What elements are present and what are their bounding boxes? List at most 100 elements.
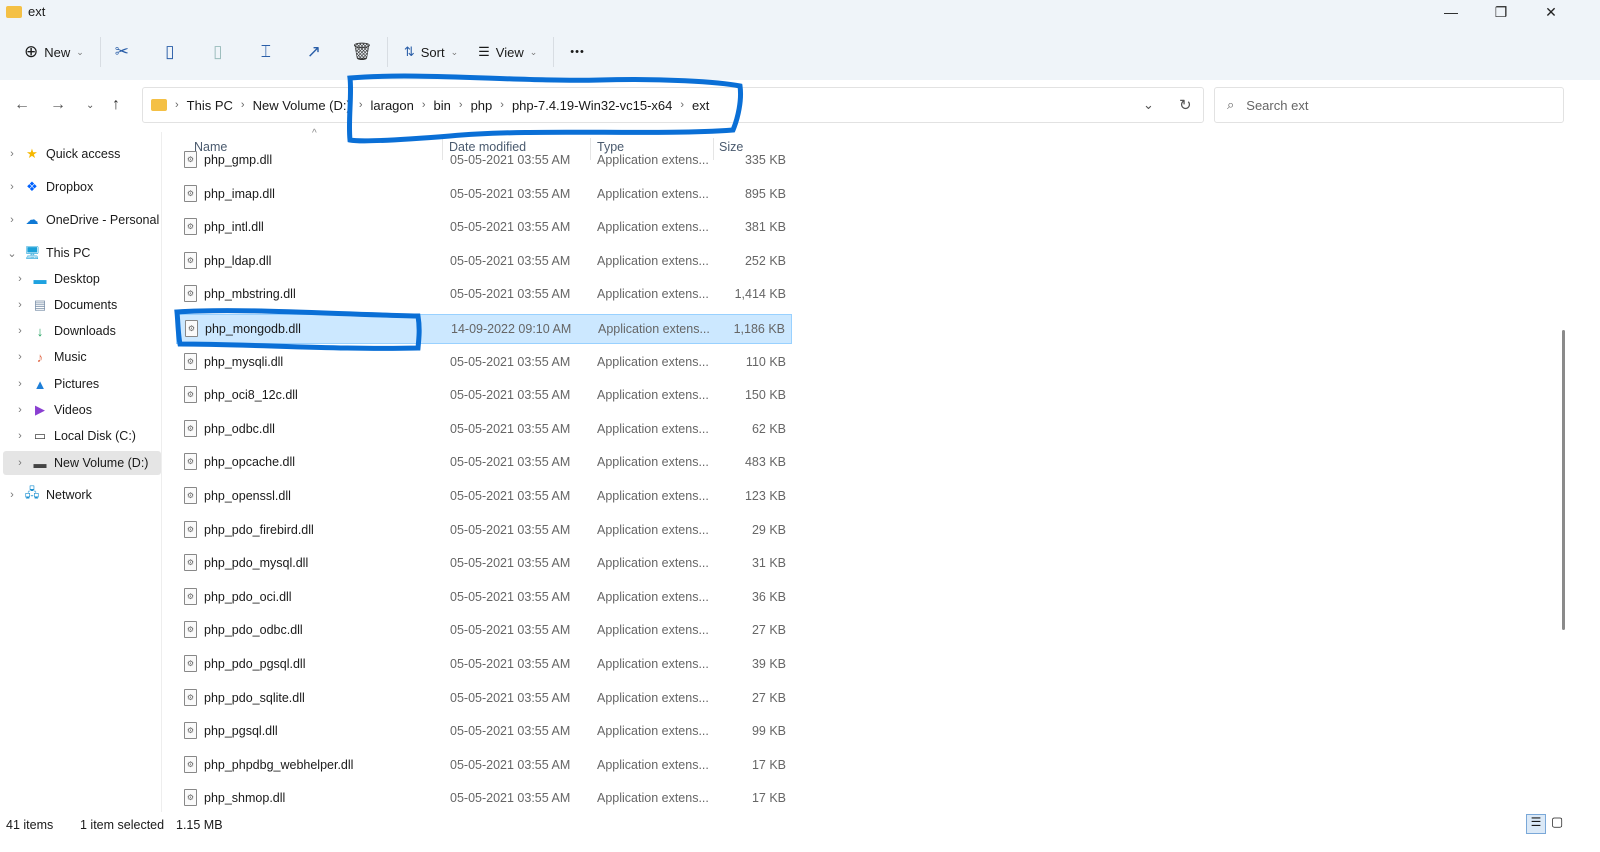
chevron-down-icon[interactable]: ⌄: [1143, 97, 1154, 113]
sidebar-item-desktop[interactable]: › ▬ Desktop: [14, 267, 172, 291]
file-size: 150 KB: [744, 388, 786, 403]
chevron-down-icon: ⌄: [76, 46, 84, 57]
dll-file-icon: ⚙: [184, 151, 197, 168]
chevron-down-icon: ⌄: [529, 46, 538, 57]
file-name: php_gmp.dll: [204, 153, 273, 167]
file-row[interactable]: ⚙ php_openssl.dll 05-05-2021 03:55 AM Appli…: [176, 482, 792, 512]
file-row[interactable]: ⚙ php_imap.dll 05-05-2021 03:55 AM Applicat…: [176, 180, 792, 210]
sidebar-item-pictures[interactable]: › ▲ Pictures: [14, 372, 172, 396]
divider: [553, 37, 555, 67]
paste-icon[interactable]: ▯: [203, 42, 233, 62]
sidebar-item-dropbox[interactable]: › ❖ Dropbox: [6, 175, 164, 199]
breadcrumb-ext[interactable]: ext: [692, 98, 709, 113]
minimize-button[interactable]: —: [1436, 4, 1466, 26]
view-button[interactable]: ☰ View ⌄: [468, 38, 547, 66]
forward-button[interactable]: →: [50, 96, 66, 114]
maximize-button[interactable]: ❐: [1486, 4, 1516, 26]
file-date: 05-05-2021 03:55 AM: [450, 220, 571, 235]
sidebar-item-downloads[interactable]: › ↓ Downloads: [14, 319, 172, 343]
file-row[interactable]: ⚙ php_phpdbg_webhelper.dll 05-05-2021 03:5…: [176, 751, 792, 781]
breadcrumb-php[interactable]: php: [471, 98, 493, 113]
file-row[interactable]: ⚙ php_gmp.dll 05-05-2021 03:55 AM Applicati…: [176, 146, 792, 176]
file-row[interactable]: ⚙ php_odbc.dll 05-05-2021 03:55 AM Applicat…: [176, 415, 792, 445]
sidebar-label: Videos: [54, 403, 92, 417]
up-button[interactable]: ↑: [112, 96, 120, 114]
file-row[interactable]: ⚙ php_intl.dll 05-05-2021 03:55 AM Applicat…: [176, 213, 792, 243]
cut-icon[interactable]: ✂: [107, 42, 137, 62]
breadcrumb-bin[interactable]: bin: [434, 98, 451, 113]
sidebar-item-onedrive[interactable]: › ☁ OneDrive - Personal: [6, 208, 164, 232]
back-button[interactable]: ←: [14, 96, 30, 114]
file-name: php_opcache.dll: [204, 455, 296, 470]
sidebar-item-music[interactable]: › ♪ Music: [14, 345, 172, 369]
file-row[interactable]: ⚙ php_pdo_odbc.dll 05-05-2021 03:55 AM Appl…: [176, 616, 792, 646]
breadcrumb-this-pc[interactable]: This PC: [187, 98, 233, 113]
file-row[interactable]: ⚙ php_shmop.dll 05-05-2021 03:55 AM Applica…: [176, 784, 792, 814]
breadcrumb-laragon[interactable]: laragon: [371, 98, 414, 113]
file-row[interactable]: ⚙ php_pdo_pgsql.dll 05-05-2021 03:55 AM App…: [176, 650, 792, 680]
file-type: Application extens...: [597, 724, 709, 739]
file-row[interactable]: ⚙ php_mysqli.dll 05-05-2021 03:55 AM Applic…: [176, 348, 792, 378]
rename-icon[interactable]: ⌶: [251, 42, 281, 62]
file-type: Application extens...: [597, 354, 709, 369]
recent-locations-button[interactable]: ⌄: [86, 100, 94, 111]
sidebar-item-documents[interactable]: › ▤ Documents: [14, 293, 172, 317]
file-row[interactable]: ⚙ php_opcache.dll 05-05-2021 03:55 AM Appli…: [176, 448, 792, 478]
new-button[interactable]: ⊕ New ⌄: [14, 38, 94, 66]
file-row[interactable]: ⚙ php_pgsql.dll 05-05-2021 03:55 AM Applica…: [176, 717, 792, 747]
dll-file-icon: ⚙: [184, 285, 197, 303]
search-icon: ⌕: [1227, 97, 1235, 112]
tiles-view-icon[interactable]: ▢: [1551, 814, 1563, 830]
breadcrumb-new-volume[interactable]: New Volume (D:): [253, 98, 351, 113]
address-bar[interactable]: › This PC › New Volume (D:) › laragon › bin…: [142, 87, 1204, 123]
sidebar-item-network[interactable]: › 🖧 Network: [6, 483, 164, 507]
sort-button[interactable]: ⇅ Sort ⌄: [394, 38, 468, 66]
file-date: 05-05-2021 03:55 AM: [450, 287, 571, 302]
dll-file-icon: ⚙: [184, 587, 197, 605]
file-row[interactable]: ⚙ php_pdo_oci.dll 05-05-2021 03:55 AM Appli…: [176, 583, 792, 613]
file-type: Application extens...: [597, 522, 709, 537]
delete-icon[interactable]: 🗑: [347, 42, 377, 62]
sidebar-label: Local Disk (C:): [54, 429, 136, 443]
copy-icon[interactable]: ▯: [155, 42, 185, 62]
search-input[interactable]: ⌕ Search ext: [1214, 87, 1564, 123]
file-size: 27 KB: [751, 690, 786, 705]
more-button[interactable]: •••: [560, 38, 595, 66]
share-icon[interactable]: ↗: [299, 42, 329, 62]
file-type: Application extens...: [597, 623, 709, 638]
file-size: 39 KB: [751, 657, 786, 671]
sidebar-item-new-volume-d[interactable]: › ▬ New Volume (D:): [3, 451, 161, 475]
sidebar-item-local-disk-c[interactable]: › ▭ Local Disk (C:): [14, 424, 172, 448]
file-name: php_imap.dll: [204, 186, 275, 201]
file-row[interactable]: ⚙ php_pdo_firebird.dll 05-05-2021 03:55 AM…: [176, 516, 792, 546]
chevron-right-icon: ›: [18, 299, 22, 311]
file-row[interactable]: ⚙ php_pdo_sqlite.dll 05-05-2021 03:55 AM Ap…: [176, 684, 792, 714]
chevron-right-icon: ›: [10, 148, 14, 160]
dll-file-icon: ⚙: [184, 218, 197, 236]
file-type: Application extens...: [597, 556, 709, 571]
sidebar-item-videos[interactable]: › ▶ Videos: [14, 398, 172, 422]
file-row[interactable]: ⚙ php_pdo_mysql.dll 05-05-2021 03:55 AM App…: [176, 549, 792, 579]
star-icon: ★: [26, 146, 38, 161]
close-button[interactable]: ✕: [1536, 4, 1566, 26]
refresh-icon[interactable]: ↻: [1179, 96, 1192, 114]
dll-file-icon: ⚙: [184, 520, 197, 538]
file-date: 05-05-2021 03:55 AM: [450, 253, 571, 268]
sidebar-item-this-pc[interactable]: ⌄ 🖥 This PC: [6, 241, 164, 265]
file-row[interactable]: ⚙ php_oci8_12c.dll 05-05-2021 03:55 AM Appl…: [176, 381, 792, 411]
file-type: Application extens...: [597, 690, 709, 705]
file-row[interactable]: ⚙ php_ldap.dll 05-05-2021 03:55 AM Applicat…: [176, 247, 792, 277]
view-icon: ☰: [478, 44, 490, 59]
details-view-icon[interactable]: ☰: [1526, 814, 1546, 834]
file-row[interactable]: ⚙ php_mbstring.dll 05-05-2021 03:55 AM Appl…: [176, 280, 792, 310]
desktop-icon: ▬: [33, 271, 47, 287]
scrollbar-thumb[interactable]: [1562, 330, 1565, 630]
sort-ascending-icon: ^: [312, 128, 317, 139]
music-icon: ♪: [36, 349, 44, 365]
dll-file-icon: ⚙: [184, 419, 197, 437]
file-row[interactable]: ⚙ php_mongodb.dll 14-09-2022 09:10 AM Appli…: [176, 314, 792, 344]
file-name: php_pdo_mysql.dll: [204, 556, 309, 571]
sidebar-item-quick-access[interactable]: › ★ Quick access: [6, 142, 164, 166]
sidebar-label: Dropbox: [46, 180, 94, 194]
breadcrumb-php-version[interactable]: php-7.4.19-Win32-vc15-x64: [512, 98, 672, 113]
